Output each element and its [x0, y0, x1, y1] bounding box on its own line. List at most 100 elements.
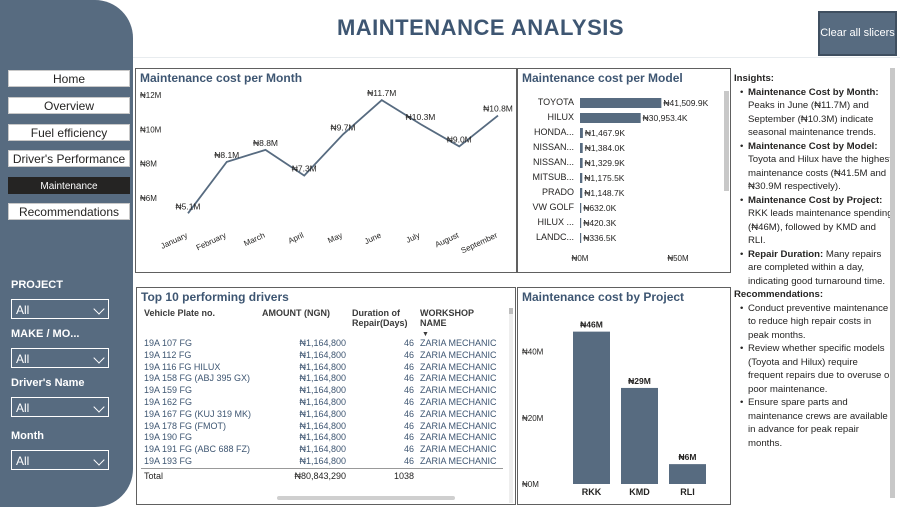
- x-tick-label: July: [405, 231, 422, 245]
- nav-maintenance-button[interactable]: Maintenance: [8, 177, 130, 194]
- table-scroll-thumb[interactable]: [509, 308, 513, 314]
- insight-item: Maintenance Cost by Project: RKK leads m…: [740, 194, 894, 248]
- monthly-cost-title: Maintenance cost per Month: [140, 71, 303, 85]
- model-bar: [580, 113, 641, 123]
- x-tick-label: March: [242, 231, 266, 249]
- sidebar: Home Overview Fuel efficiency Driver's P…: [0, 0, 133, 507]
- make-model-slicer-value: All: [16, 352, 30, 366]
- column-header-workshop[interactable]: WORKSHOP NAME ▼: [417, 308, 503, 338]
- project-cost-panel: Maintenance cost by Project ₦0M ₦20M ₦40M ₦…: [517, 287, 731, 505]
- model-chart-scrollbar[interactable]: [724, 91, 729, 191]
- cell-workshop: ZARIA MECHANIC: [420, 373, 497, 384]
- make-model-slicer-dropdown[interactable]: All: [11, 348, 109, 368]
- model-bar: [580, 128, 583, 138]
- insight-item-title: Maintenance Cost by Model:: [748, 140, 878, 152]
- project-slicer-dropdown[interactable]: All: [11, 299, 109, 319]
- sort-descending-icon: ▼: [422, 331, 429, 338]
- table-row[interactable]: 19A 159 FG ₦1,164,800 46 ZARIA MECHANIC: [141, 385, 503, 397]
- cell-plate: 19A 158 FG (ABJ 395 GX): [144, 373, 251, 384]
- cell-workshop: ZARIA MECHANIC: [420, 444, 497, 455]
- table-row[interactable]: 19A 193 FG ₦1,164,800 46 ZARIA MECHANIC: [141, 456, 503, 468]
- cell-plate: 19A 178 FG (FMOT): [144, 420, 227, 431]
- nav-drivers-performance-button[interactable]: Driver's Performance: [8, 150, 130, 167]
- model-cost-panel: Maintenance cost per Model TOYOTA ₦41,509…: [517, 68, 731, 273]
- model-bar: [580, 203, 582, 213]
- project-bar: [573, 331, 610, 484]
- data-label: ₦8.1M: [214, 150, 239, 160]
- model-category-label: MITSUB...: [532, 172, 574, 182]
- cell-workshop: ZARIA MECHANIC: [420, 349, 497, 360]
- table-row[interactable]: 19A 107 FG ₦1,164,800 46 ZARIA MECHANIC: [141, 338, 503, 350]
- cell-workshop: ZARIA MECHANIC: [420, 455, 497, 466]
- nav-fuel-efficiency-button[interactable]: Fuel efficiency: [8, 124, 130, 141]
- model-bar: [580, 143, 583, 153]
- insight-item-title: Repair Duration:: [748, 248, 824, 260]
- clear-all-slicers-button[interactable]: Clear all slicers: [818, 11, 897, 56]
- insights-scrollbar-thumb[interactable]: [890, 68, 895, 498]
- y-tick-label: ₦6M: [140, 194, 157, 203]
- cell-workshop: ZARIA MECHANIC: [420, 338, 497, 348]
- data-label: ₦29M: [628, 376, 651, 386]
- cell-duration: 46: [403, 444, 414, 455]
- cell-plate: 19A 112 FG: [144, 349, 192, 360]
- month-slicer-dropdown[interactable]: All: [11, 450, 109, 470]
- y-tick-label: ₦8M: [140, 160, 157, 169]
- nav-recommendations-button[interactable]: Recommendations: [8, 203, 130, 220]
- project-bar: [621, 387, 658, 484]
- nav-overview-button[interactable]: Overview: [8, 97, 130, 114]
- total-duration: 1038: [349, 467, 417, 483]
- model-bar: [580, 98, 662, 108]
- x-tick-label: August: [434, 230, 461, 249]
- table-total-row: Total ₦80,843,290 1038: [141, 467, 503, 483]
- chevron-down-icon: [93, 303, 105, 315]
- x-tick-label: RKK: [582, 487, 602, 497]
- table-vertical-scrollbar[interactable]: [509, 308, 513, 503]
- data-label: ₦11.7M: [367, 88, 396, 98]
- project-cost-chart: ₦0M ₦20M ₦40M ₦46M RKK ₦29M KMD ₦6M RLI: [522, 320, 706, 497]
- table-horizontal-scrollbar[interactable]: [277, 496, 455, 500]
- model-category-label: NISSAN...: [533, 142, 574, 152]
- model-category-label: HILUX: [547, 112, 574, 122]
- data-label: ₦1,329.9K: [585, 158, 625, 168]
- data-label: ₦336.5K: [583, 233, 616, 243]
- chevron-down-icon: [93, 352, 105, 364]
- insight-item-title: Maintenance Cost by Project:: [748, 194, 883, 206]
- column-header-plate[interactable]: Vehicle Plate no.: [141, 308, 259, 338]
- table-row[interactable]: 19A 191 FG (ABC 688 FZ) ₦1,164,800 46 ZARIA…: [141, 444, 503, 456]
- model-category-label: HONDA...: [534, 127, 574, 137]
- y-tick-label: ₦0M: [522, 480, 539, 489]
- column-header-amount[interactable]: AMOUNT (NGN): [259, 308, 349, 338]
- x-tick-label: January: [159, 231, 189, 251]
- model-category-label: VW GOLF: [532, 202, 574, 212]
- y-tick-label: ₦10M: [140, 125, 162, 134]
- cell-amount: ₦1,164,800: [299, 455, 346, 466]
- table-row[interactable]: 19A 178 FG (FMOT) ₦1,164,800 46 ZARIA MECHA…: [141, 421, 503, 433]
- model-category-label: LANDC...: [536, 232, 574, 242]
- table-row[interactable]: 19A 158 FG (ABJ 395 GX) ₦1,164,800 46 ZARIA…: [141, 373, 503, 385]
- recommendation-item: Ensure spare parts and maintenance crews…: [740, 396, 894, 450]
- model-bar: [580, 233, 582, 243]
- x-tick-label: April: [287, 231, 306, 246]
- cell-amount: ₦1,164,800: [299, 338, 346, 348]
- table-row[interactable]: 19A 116 FG HILUX ₦1,164,800 46 ZARIA MECHAN…: [141, 362, 503, 374]
- recommendations-heading: Recommendations:: [734, 289, 824, 300]
- cell-amount: ₦1,164,800: [299, 420, 346, 431]
- data-label: ₦6M: [679, 452, 697, 462]
- x-tick-label: RLI: [680, 487, 695, 497]
- cell-amount: ₦1,164,800: [299, 432, 346, 443]
- y-tick-label: ₦20M: [522, 414, 544, 423]
- x-tick-label: September: [460, 231, 500, 256]
- monthly-cost-chart: ₦6M ₦8M ₦10M ₦12M ₦5.1M ₦8.1M ₦8.8M ₦7.3M ₦9.7M ₦…: [140, 88, 513, 256]
- column-header-duration[interactable]: Duration of Repair(Days): [349, 308, 417, 338]
- data-label: ₦1,384.0K: [585, 143, 625, 153]
- table-row[interactable]: 19A 167 FG (KUJ 319 MK) ₦1,164,800 46 ZARIA…: [141, 409, 503, 421]
- data-label: ₦7.3M: [292, 164, 317, 174]
- drivers-name-slicer-dropdown[interactable]: All: [11, 397, 109, 417]
- data-label: ₦5.1M: [175, 201, 200, 211]
- column-header-workshop-label: WORKSHOP NAME: [420, 308, 474, 328]
- table-row[interactable]: 19A 162 FG ₦1,164,800 46 ZARIA MECHANIC: [141, 397, 503, 409]
- nav-home-button[interactable]: Home: [8, 70, 130, 87]
- table-row[interactable]: 19A 112 FG ₦1,164,800 46 ZARIA MECHANIC: [141, 350, 503, 362]
- drivers-name-slicer-label: Driver's Name: [11, 377, 85, 389]
- table-row[interactable]: 19A 190 FG ₦1,164,800 46 ZARIA MECHANIC: [141, 432, 503, 444]
